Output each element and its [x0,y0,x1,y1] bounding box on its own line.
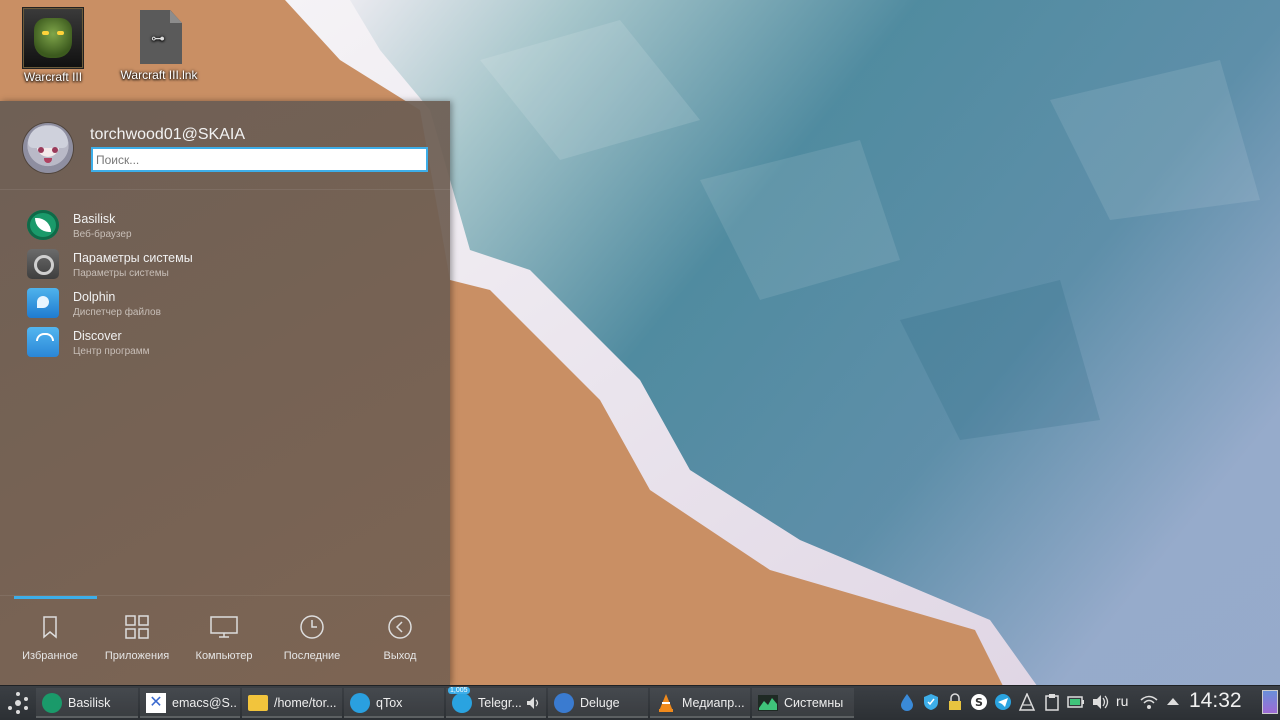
wifi-icon[interactable] [1140,693,1158,711]
task-label: Системны [784,696,844,710]
deluge-icon [554,693,574,713]
tab-label: Компьютер [195,650,253,662]
result-name: Dolphin [73,290,116,304]
task-vlc[interactable]: Медиапр... [650,688,750,718]
user-name: torchwood01@SKAIA [90,126,245,143]
tab-label: Выход [383,650,417,662]
tab-applications[interactable]: Приложения [93,596,181,686]
shortcut-file-icon: ⊶ [130,8,188,66]
emacs-icon: ✕ [146,693,166,713]
result-description: Веб-браузер [73,229,132,240]
tray-expand-icon[interactable] [1164,693,1182,711]
task-qtox[interactable]: qTox [344,688,444,718]
task-telegram[interactable]: 1,005 Telegr... [446,687,546,718]
tab-leave[interactable]: Выход [356,596,444,686]
volume-icon[interactable] [1092,693,1110,711]
dolphin-icon [27,288,59,318]
basilisk-icon [27,210,59,240]
tab-label: Приложения [104,650,170,662]
result-description: Диспетчер файлов [73,307,161,318]
task-label: Telegr... [478,696,522,710]
search-input[interactable] [91,147,428,172]
task-label: /home/tor... [274,696,337,710]
task-label: qTox [376,696,403,710]
result-discover[interactable]: Discover Центр программ [0,322,450,361]
result-description: Параметры системы [73,268,169,279]
folder-icon [248,695,268,711]
result-basilisk[interactable]: Basilisk Веб-браузер [0,205,450,244]
svg-text:S: S [975,696,983,709]
tab-favorites[interactable]: Избранное [6,596,97,686]
grid-icon [125,615,149,639]
task-system-monitor[interactable]: Системны [752,688,854,718]
app-launcher-icon[interactable] [4,688,32,718]
task-label: Медиапр... [682,696,745,710]
alert-triangle-icon[interactable] [1018,693,1036,711]
telegram-icon [452,693,472,713]
avatar[interactable] [23,123,73,173]
monitor-icon [210,616,238,638]
battery-icon[interactable] [1067,693,1085,711]
tab-label: Избранное [22,650,78,662]
desktop-icon-warcraft-lnk[interactable]: ⊶ Warcraft III.lnk [114,8,204,82]
bookmark-icon [43,616,57,639]
clipboard-icon[interactable] [1043,693,1061,711]
desktop-icon-label: Warcraft III.lnk [120,68,198,82]
tab-label: Последние [283,650,341,662]
basilisk-icon [42,693,62,713]
launcher-header: torchwood01@SKAIA [0,101,450,190]
task-file-manager[interactable]: /home/tor... [242,688,342,718]
result-name: Discover [73,329,122,343]
vlc-icon [659,694,673,712]
telegram-tray-icon[interactable] [994,693,1012,711]
result-name: Параметры системы [73,251,193,265]
task-label: Basilisk [68,696,111,710]
search-results: Basilisk Веб-браузер Параметры системы П… [0,205,450,361]
desktop-icon-warcraft[interactable]: Warcraft III [8,8,98,84]
result-description: Центр программ [73,346,150,357]
task-basilisk[interactable]: Basilisk [36,688,138,718]
discover-icon [27,327,59,357]
task-emacs[interactable]: ✕ emacs@S... [140,688,240,718]
unread-badge: 1,005 [448,687,470,694]
leave-icon [388,615,412,639]
launcher-tabs: Избранное Приложения Компьютер Последние… [0,595,450,686]
water-drop-icon[interactable] [898,693,916,711]
task-label: emacs@S... [172,696,236,710]
qtox-icon [350,693,370,713]
show-desktop-button[interactable] [1262,690,1278,714]
audio-playing-icon[interactable] [526,696,542,710]
lock-icon[interactable] [946,693,964,711]
result-system-settings[interactable]: Параметры системы Параметры системы [0,244,450,283]
warcraft-icon [23,8,83,68]
application-launcher: torchwood01@SKAIA Basilisk Веб-браузер П… [0,101,450,685]
taskbar: Basilisk ✕ emacs@S... /home/tor... qTox … [0,685,1280,720]
shield-icon[interactable] [922,693,940,711]
result-dolphin[interactable]: Dolphin Диспетчер файлов [0,283,450,322]
tab-computer[interactable]: Компьютер [180,596,268,686]
desktop-icon-label: Warcraft III [23,70,83,84]
settings-icon [27,249,59,279]
result-name: Basilisk [73,212,116,226]
system-monitor-icon [758,695,778,711]
task-deluge[interactable]: Deluge [548,688,648,718]
clock-icon [300,615,324,639]
skype-icon[interactable]: S [970,693,988,711]
task-label: Deluge [580,696,620,710]
tab-recent[interactable]: Последние [268,596,356,686]
keyboard-layout[interactable]: ru [1116,693,1128,709]
clock[interactable]: 14:32 [1189,689,1242,713]
